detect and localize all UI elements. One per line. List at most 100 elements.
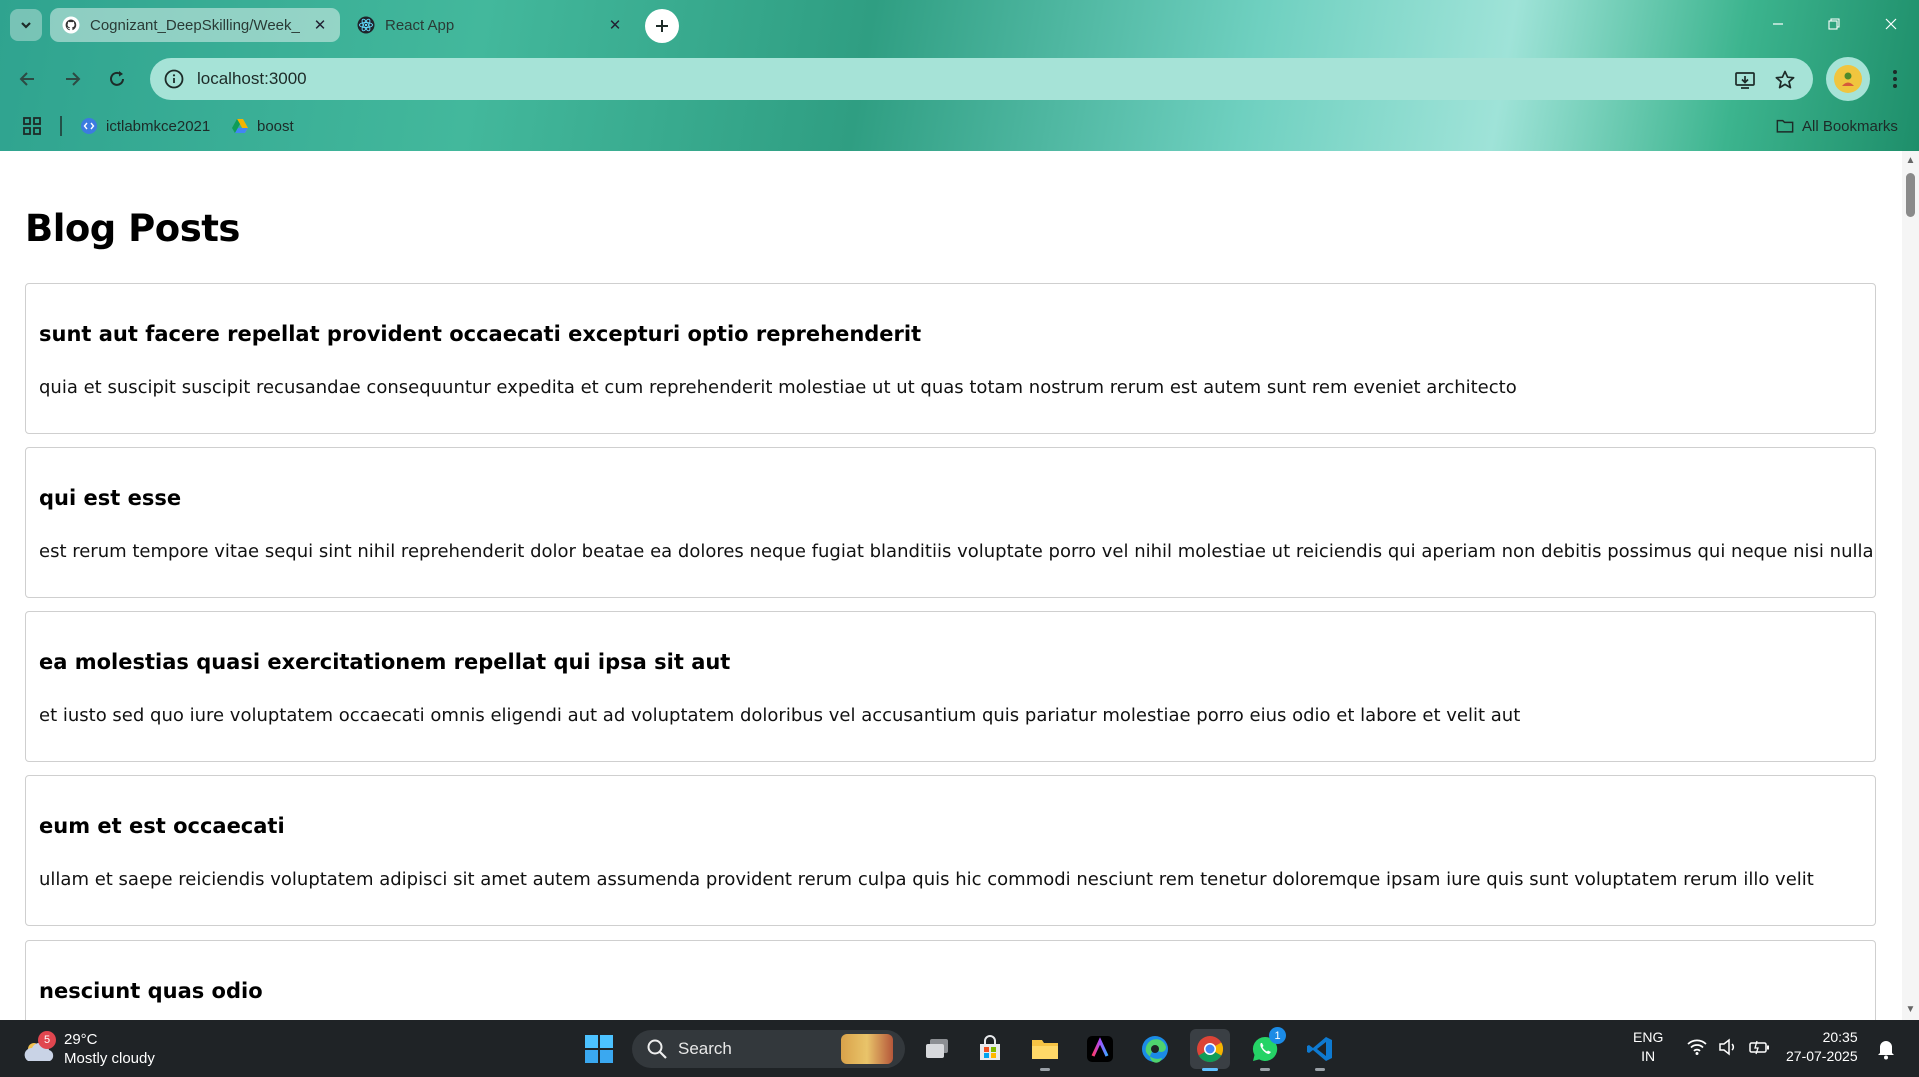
post-card: eum et est occaecati ullam et saepe reic…: [25, 775, 1876, 926]
weather-widget[interactable]: 5 29°C Mostly cloudy: [20, 1030, 155, 1068]
taskbar-file-explorer[interactable]: [1025, 1029, 1065, 1071]
post-body: quia et suscipit suscipit recusandae con…: [39, 377, 1517, 398]
bookmark-label: ictlabmkce2021: [106, 117, 211, 135]
running-indicator: [1202, 1068, 1218, 1071]
star-icon: [1775, 70, 1795, 89]
store-icon: [980, 1035, 1000, 1060]
close-icon[interactable]: ✕: [310, 15, 330, 35]
post-card: qui est esse est rerum tempore vitae seq…: [25, 447, 1876, 598]
arrow-right-icon: [66, 72, 81, 86]
bookmark-ictlabmkce2021[interactable]: ictlabmkce2021: [80, 114, 210, 138]
restore-icon: [1828, 18, 1840, 30]
post-title: eum et est occaecati: [39, 814, 285, 838]
vertical-scrollbar[interactable]: ▲ ▼: [1902, 151, 1919, 1020]
taskbar-chrome[interactable]: [1190, 1029, 1230, 1071]
tab-strip: Cognizant_DeepSkilling/Week_ ✕ React App…: [0, 0, 1919, 50]
bookmark-star-button[interactable]: [1773, 68, 1797, 92]
weather-temp: 29°C: [64, 1031, 98, 1048]
folder-icon: [1032, 1040, 1058, 1059]
clock-date: 27-07-2025: [1786, 1048, 1858, 1064]
avatar: [1834, 65, 1862, 93]
back-button[interactable]: [10, 61, 46, 97]
edge-icon: [1142, 1036, 1168, 1063]
tab-react-app[interactable]: React App ✕: [345, 8, 635, 42]
minimize-button[interactable]: [1750, 0, 1806, 48]
github-icon: [62, 16, 80, 34]
restore-button[interactable]: [1806, 0, 1862, 48]
scrollbar-thumb[interactable]: [1906, 173, 1915, 217]
arrow-left-icon: [19, 72, 34, 86]
browser-menu-button[interactable]: [1878, 61, 1912, 97]
more-vertical-icon: [1893, 70, 1897, 88]
volume-icon: [1719, 1038, 1735, 1056]
tab-github[interactable]: Cognizant_DeepSkilling/Week_ ✕: [50, 8, 340, 42]
scroll-down-icon[interactable]: ▼: [1905, 1004, 1916, 1015]
react-icon: [357, 16, 375, 34]
weather-badge: 5: [38, 1031, 56, 1049]
plus-icon: [656, 20, 668, 32]
apps-grid-icon: [23, 117, 41, 135]
running-indicator: [1315, 1068, 1325, 1071]
start-button[interactable]: [584, 1034, 614, 1064]
close-window-button[interactable]: [1863, 0, 1919, 48]
cloud-icon: 5: [20, 1031, 58, 1065]
battery-icon: [1749, 1040, 1769, 1055]
address-bar[interactable]: localhost:3000: [150, 58, 1813, 100]
post-title: sunt aut facere repellat provident occae…: [39, 322, 922, 346]
post-title: ea molestias quasi exercitationem repell…: [39, 650, 731, 674]
site-info-icon[interactable]: [163, 68, 185, 90]
address-text[interactable]: localhost:3000: [197, 69, 307, 89]
wifi-icon: [1687, 1039, 1707, 1055]
taskbar-store[interactable]: [970, 1029, 1010, 1069]
code-icon: [80, 117, 98, 135]
language-region: IN: [1641, 1048, 1656, 1064]
system-tray-icons[interactable]: [1686, 1038, 1770, 1056]
windows-taskbar: 5 29°C Mostly cloudy Search 1 ENG IN 20:…: [0, 1020, 1919, 1077]
clock-time: 20:35: [1822, 1029, 1858, 1045]
clock[interactable]: 20:35 27-07-2025: [1786, 1028, 1858, 1066]
running-indicator: [1040, 1068, 1050, 1071]
tab-search-button[interactable]: [10, 9, 42, 41]
search-highlight-image: [841, 1034, 893, 1064]
google-drive-icon: [231, 117, 249, 135]
new-tab-button[interactable]: [645, 9, 679, 43]
scroll-up-icon[interactable]: ▲: [1905, 155, 1916, 166]
language-indicator[interactable]: ENG IN: [1633, 1028, 1663, 1066]
taskbar-search[interactable]: Search: [632, 1030, 905, 1068]
chrome-icon: [1197, 1036, 1224, 1063]
forward-button[interactable]: [54, 61, 90, 97]
apps-button[interactable]: [22, 114, 42, 138]
profile-button[interactable]: [1826, 57, 1870, 101]
all-bookmarks-label: All Bookmarks: [1802, 117, 1898, 135]
post-body: et iusto sed quo iure voluptatem occaeca…: [39, 705, 1521, 726]
post-body: est rerum tempore vitae sequi sint nihil…: [39, 541, 1874, 562]
whatsapp-badge: 1: [1269, 1027, 1286, 1044]
profile-avatar-icon: [1842, 72, 1854, 86]
language-code: ENG: [1633, 1029, 1664, 1045]
reload-button[interactable]: [99, 61, 135, 97]
bookmark-boost[interactable]: boost: [231, 114, 294, 138]
close-icon[interactable]: ✕: [605, 15, 625, 35]
search-icon: [647, 1039, 667, 1059]
weather-condition: Mostly cloudy: [64, 1050, 155, 1067]
notifications-button[interactable]: [1876, 1038, 1896, 1065]
taskbar-adobe-express[interactable]: [1080, 1029, 1120, 1069]
install-icon: [1735, 72, 1755, 89]
taskbar-edge[interactable]: [1135, 1029, 1175, 1069]
all-bookmarks-button[interactable]: All Bookmarks: [1776, 114, 1898, 138]
browser-chrome: Cognizant_DeepSkilling/Week_ ✕ React App…: [0, 0, 1919, 151]
folder-icon: [1776, 117, 1794, 135]
running-indicator: [1260, 1068, 1270, 1071]
tab-title: Cognizant_DeepSkilling/Week_: [90, 16, 300, 34]
bookmark-label: boost: [257, 117, 294, 135]
taskbar-vscode[interactable]: [1300, 1029, 1340, 1071]
browser-toolbar: localhost:3000: [0, 56, 1919, 102]
page-title: Blog Posts: [25, 207, 240, 250]
minimize-icon: [1773, 23, 1783, 25]
install-app-button[interactable]: [1733, 68, 1757, 92]
post-card: ea molestias quasi exercitationem repell…: [25, 611, 1876, 762]
task-view-icon: [926, 1039, 948, 1058]
taskbar-whatsapp[interactable]: 1: [1245, 1027, 1286, 1071]
taskbar-task-view[interactable]: [917, 1029, 957, 1069]
search-label: Search: [678, 1039, 732, 1058]
